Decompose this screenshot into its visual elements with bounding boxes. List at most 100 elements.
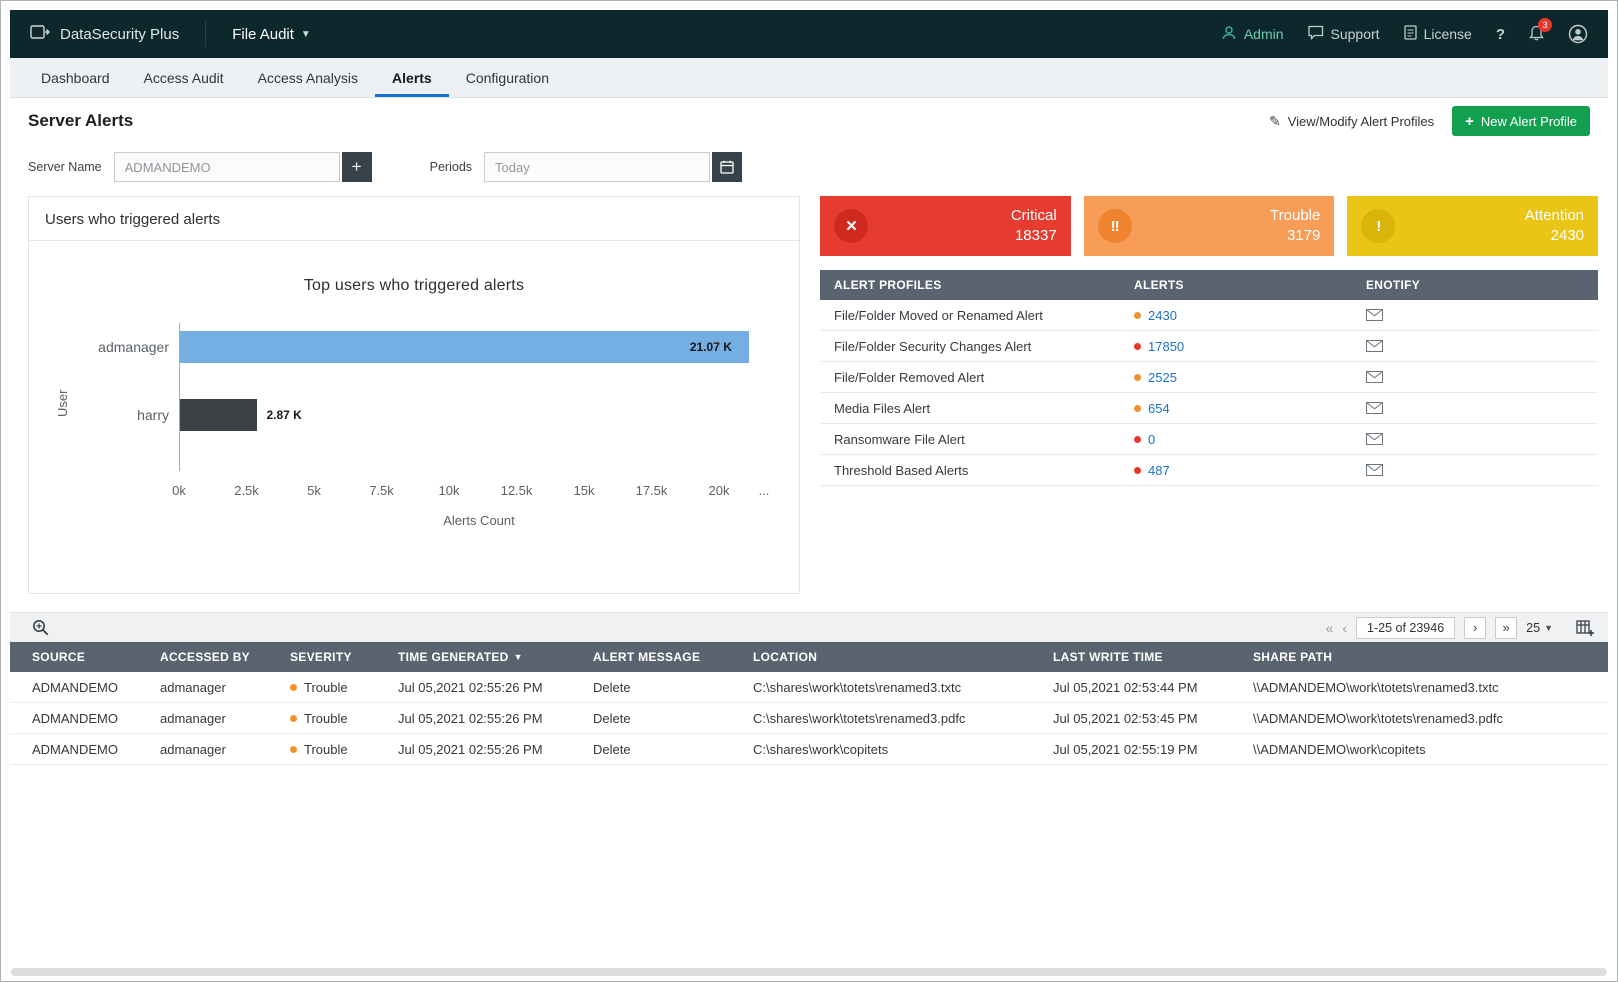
add-server-button[interactable]: + <box>342 152 372 182</box>
periods-input[interactable] <box>484 152 710 182</box>
cell-time-generated: Jul 05,2021 02:55:26 PM <box>398 680 593 695</box>
events-toolbar: « ‹ 1-25 of 23946 › » 25 ▼ <box>10 612 1608 642</box>
trouble-exclamation-icon: !! <box>1098 209 1132 243</box>
tab-dashboard[interactable]: Dashboard <box>24 58 127 97</box>
attention-exclamation-icon: ! <box>1361 209 1395 243</box>
cell-location: C:\shares\work\copitets <box>753 742 1053 757</box>
events-col-accessed-by[interactable]: ACCESSED BY <box>160 650 290 664</box>
admin-menu[interactable]: Admin <box>1221 25 1284 44</box>
server-name-group: + <box>114 152 372 182</box>
profile-alert-count: 17850 <box>1134 339 1366 354</box>
first-page-button[interactable]: « <box>1326 620 1334 636</box>
alert-count-link[interactable]: 2430 <box>1148 308 1177 323</box>
events-col-time-generated[interactable]: TIME GENERATED▼ <box>398 650 593 664</box>
card-value: 18337 <box>1011 226 1057 246</box>
cell-time-generated: Jul 05,2021 02:55:26 PM <box>398 711 593 726</box>
tab-configuration[interactable]: Configuration <box>449 58 566 97</box>
events-col-last-write-time[interactable]: LAST WRITE TIME <box>1053 650 1253 664</box>
help-button[interactable]: ? <box>1496 26 1505 43</box>
cell-accessed-by: admanager <box>160 711 290 726</box>
profile-alert-count: 2430 <box>1134 308 1366 323</box>
events-col-location[interactable]: LOCATION <box>753 650 1053 664</box>
module-switcher[interactable]: File Audit ▼ <box>232 26 311 43</box>
alert-profiles-body: File/Folder Moved or Renamed Alert 2430 Fi… <box>820 300 1598 486</box>
cell-source: ADMANDEMO <box>32 711 160 726</box>
alert-count-link[interactable]: 654 <box>1148 401 1170 416</box>
next-page-button[interactable]: › <box>1464 617 1486 639</box>
severity-dot <box>1134 436 1141 443</box>
events-col-severity[interactable]: SEVERITY <box>290 650 398 664</box>
user-avatar[interactable] <box>1568 24 1588 44</box>
alert-count-link[interactable]: 17850 <box>1148 339 1184 354</box>
chart-x-tick: 17.5k <box>636 483 668 498</box>
notifications-button[interactable]: 3 <box>1529 25 1544 44</box>
plus-icon: + <box>1465 113 1474 130</box>
chart-title: Top users who triggered alerts <box>29 277 799 295</box>
support-menu[interactable]: Support <box>1308 25 1380 43</box>
cell-share-path: \\ADMANDEMO\work\totets\renamed3.pdfc <box>1253 711 1608 726</box>
chart-bar-harry[interactable] <box>180 399 257 431</box>
brand-logo-icon <box>30 23 50 45</box>
profile-alert-count: 654 <box>1134 401 1366 416</box>
event-row[interactable]: ADMANDEMOadmanagerTroubleJul 05,2021 02:… <box>10 703 1608 734</box>
license-menu[interactable]: License <box>1404 25 1472 43</box>
email-notify-icon[interactable] <box>1366 402 1598 414</box>
cell-last-write-time: Jul 05,2021 02:53:44 PM <box>1053 680 1253 695</box>
alert-profile-row: File/Folder Removed Alert2525 <box>820 362 1598 393</box>
module-name: File Audit <box>232 26 294 43</box>
calendar-button[interactable] <box>712 152 742 182</box>
events-col-alert-message[interactable]: ALERT MESSAGE <box>593 650 753 664</box>
profile-alert-count: 487 <box>1134 463 1366 478</box>
alert-count-link[interactable]: 487 <box>1148 463 1170 478</box>
profile-name: File/Folder Moved or Renamed Alert <box>834 308 1134 323</box>
column-chooser-icon[interactable] <box>1576 620 1594 636</box>
chart-bar-admanager[interactable] <box>180 331 749 363</box>
email-notify-icon[interactable] <box>1366 371 1598 383</box>
tab-bar: DashboardAccess AuditAccess AnalysisAler… <box>10 58 1608 98</box>
tab-alerts[interactable]: Alerts <box>375 58 449 97</box>
events-col-share-path[interactable]: SHARE PATH <box>1253 650 1608 664</box>
content-area: Users who triggered alerts Top users who… <box>10 190 1608 610</box>
col-enotify: ENOTIFY <box>1366 278 1598 292</box>
page-title: Server Alerts <box>28 111 133 131</box>
event-row[interactable]: ADMANDEMOadmanagerTroubleJul 05,2021 02:… <box>10 672 1608 703</box>
cell-alert-message: Delete <box>593 742 753 757</box>
alert-count-link[interactable]: 2525 <box>1148 370 1177 385</box>
alert-profile-row: Media Files Alert654 <box>820 393 1598 424</box>
card-meta: Attention2430 <box>1525 206 1584 247</box>
severity-dot <box>1134 312 1141 319</box>
summary-card-critical[interactable]: ✕Critical18337 <box>820 196 1071 256</box>
chart-x-axis-label: Alerts Count <box>179 513 779 528</box>
card-label: Critical <box>1011 206 1057 226</box>
page-size-select[interactable]: 25 ▼ <box>1526 621 1553 635</box>
search-icon[interactable] <box>32 619 49 636</box>
view-modify-alert-profiles-link[interactable]: ✎ View/Modify Alert Profiles <box>1269 113 1434 130</box>
email-notify-icon[interactable] <box>1366 433 1598 445</box>
severity-dot <box>1134 374 1141 381</box>
email-notify-icon[interactable] <box>1366 309 1598 321</box>
summary-card-attention[interactable]: ! Attention2430 <box>1347 196 1598 256</box>
events-table: ADMANDEMOadmanagerTroubleJul 05,2021 02:… <box>10 672 1608 765</box>
severity-dot <box>1134 467 1141 474</box>
chart-bar-value: 21.07 K <box>690 340 732 354</box>
email-notify-icon[interactable] <box>1366 464 1598 476</box>
tab-access-audit[interactable]: Access Audit <box>127 58 241 97</box>
last-page-button[interactable]: » <box>1495 617 1517 639</box>
cell-location: C:\shares\work\totets\renamed3.pdfc <box>753 711 1053 726</box>
alert-count-link[interactable]: 0 <box>1148 432 1155 447</box>
bar-chart: User Alerts Count admanager21.07 Kharry2… <box>29 321 799 561</box>
summary-card-trouble[interactable]: !!Trouble3179 <box>1084 196 1335 256</box>
topbar: DataSecurity Plus File Audit ▼ Admin <box>10 10 1608 58</box>
server-name-input[interactable] <box>114 152 340 182</box>
new-alert-profile-label: New Alert Profile <box>1481 114 1577 129</box>
cell-share-path: \\ADMANDEMO\work\totets\renamed3.txtc <box>1253 680 1608 695</box>
event-row[interactable]: ADMANDEMOadmanagerTroubleJul 05,2021 02:… <box>10 734 1608 765</box>
email-notify-icon[interactable] <box>1366 340 1598 352</box>
chart-x-tick: 20k <box>709 483 730 498</box>
new-alert-profile-button[interactable]: + New Alert Profile <box>1452 106 1590 136</box>
horizontal-scrollbar[interactable] <box>11 968 1607 976</box>
events-col-source[interactable]: SOURCE <box>32 650 160 664</box>
prev-page-button[interactable]: ‹ <box>1342 620 1347 636</box>
pagination: « ‹ 1-25 of 23946 › » 25 ▼ <box>1326 617 1594 639</box>
tab-access-analysis[interactable]: Access Analysis <box>241 58 375 97</box>
